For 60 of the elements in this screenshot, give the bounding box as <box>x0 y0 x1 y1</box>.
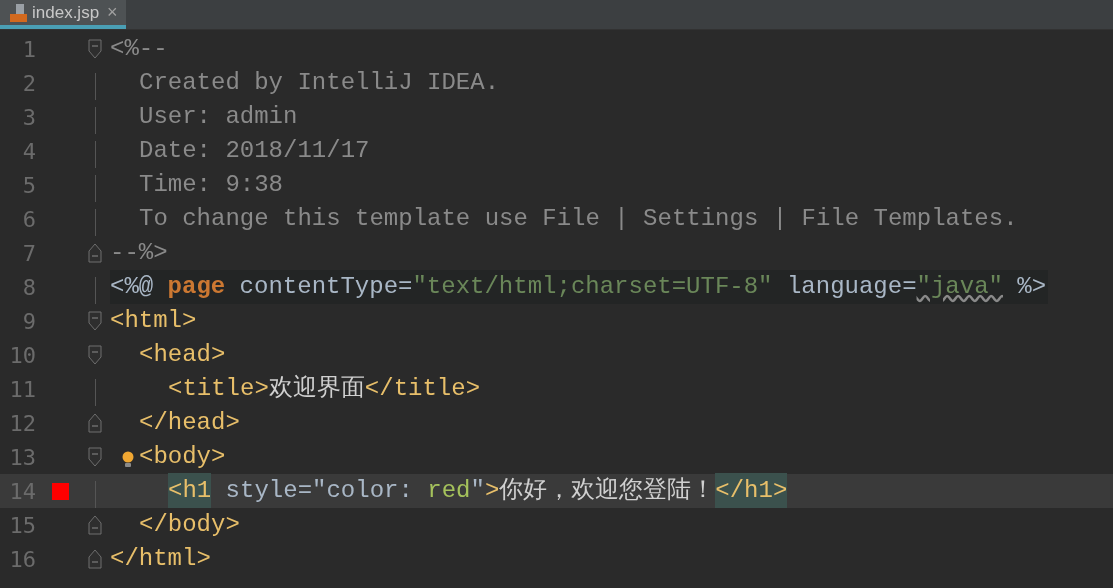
fold-icon[interactable] <box>88 413 102 433</box>
line-number: 12 <box>8 409 36 438</box>
code-text: </title> <box>364 374 481 404</box>
lightbulb-icon[interactable] <box>122 451 134 469</box>
code-text: <body> <box>139 442 226 472</box>
fold-icon[interactable] <box>88 549 102 569</box>
close-icon[interactable]: × <box>107 0 118 26</box>
fold-icon[interactable] <box>88 447 102 467</box>
line-number: 5 <box>21 171 36 200</box>
line-number: 16 <box>8 545 36 574</box>
fold-icon[interactable] <box>88 311 102 331</box>
editor-tab[interactable]: index.jsp × <box>0 0 126 29</box>
code-text: <title> <box>168 374 269 404</box>
line-number: 4 <box>21 137 36 166</box>
code-text: </h1> <box>715 473 788 509</box>
code-text: <head> <box>139 340 226 370</box>
fold-icon[interactable] <box>88 515 102 535</box>
line-number: 15 <box>8 511 36 540</box>
code-text: 欢迎界面 <box>268 374 365 404</box>
code-text: <h1 <box>168 473 212 509</box>
code-text: language= <box>785 272 917 302</box>
code-text: <html> <box>110 306 197 336</box>
line-number: 8 <box>21 273 36 302</box>
code-text: 你好，欢迎您登陆！ <box>499 476 716 506</box>
line-number: 9 <box>21 307 36 336</box>
code-text: --%> <box>110 238 168 268</box>
code-text: </body> <box>139 510 240 540</box>
line-number: 3 <box>21 103 36 132</box>
code-text: </html> <box>110 544 211 574</box>
line-number: 7 <box>21 239 36 268</box>
code-text: <%-- <box>110 34 168 64</box>
code-text: contentType= <box>238 272 413 302</box>
code-text: "color: <box>312 476 414 506</box>
code-text: Date: 2018/11/17 <box>139 136 370 166</box>
code-text: red <box>427 476 471 506</box>
code-text: Time: 9:38 <box>139 170 284 200</box>
fold-icon[interactable] <box>88 39 102 59</box>
fold-icon[interactable] <box>88 243 102 263</box>
code-text: To change this template use File | Settings | File Templates. <box>139 204 1018 234</box>
line-number: 10 <box>8 341 36 370</box>
code-text: " <box>470 476 485 506</box>
code-text: style= <box>224 476 313 506</box>
line-number: 13 <box>8 443 36 472</box>
code-text: > <box>484 476 500 506</box>
code-text: Created by IntelliJ IDEA. <box>139 68 500 98</box>
line-number: 11 <box>8 375 36 404</box>
line-number: 1 <box>21 35 36 64</box>
tab-label: index.jsp <box>32 1 100 24</box>
fold-icon[interactable] <box>88 345 102 365</box>
code-text: "java" <box>916 272 1003 302</box>
line-number: 2 <box>21 69 36 98</box>
code-text: "text/html;charset=UTF-8" <box>412 272 773 302</box>
code-text: User: admin <box>139 102 298 132</box>
code-text: </head> <box>139 408 240 438</box>
breakpoint-marker[interactable] <box>51 482 69 500</box>
code-text: <%@ <box>110 272 155 302</box>
jsp-file-icon <box>8 2 28 23</box>
line-number: 6 <box>21 205 36 234</box>
code-text: %> <box>1016 272 1047 302</box>
code-text: page <box>167 272 226 302</box>
